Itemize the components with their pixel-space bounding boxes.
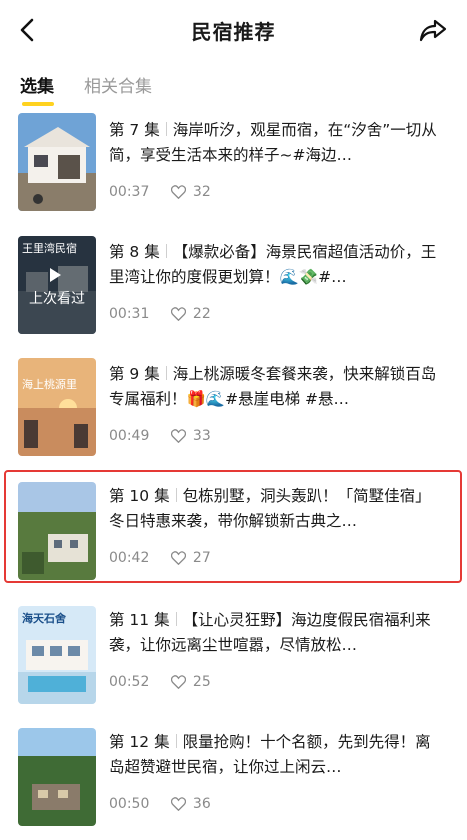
- episode-item-9[interactable]: 海上桃源里 第 9 集海上桃源暖冬套餐来袭，快来解锁百岛专属福利！🎁🌊#悬崖电梯…: [0, 352, 467, 472]
- duration-label: 00:37: [109, 184, 150, 200]
- likes-count: 22: [192, 306, 211, 322]
- heart-icon: [171, 185, 187, 199]
- likes-count: 32: [192, 184, 211, 200]
- play-icon: [50, 268, 61, 282]
- heart-icon: [171, 797, 187, 811]
- episode-meta: 00:52 25: [109, 674, 211, 690]
- thumbnail-title: 王里湾民宿: [22, 242, 77, 255]
- last-watched-label: 上次看过: [29, 291, 85, 307]
- likes-count: 33: [192, 428, 211, 444]
- top-bar: 民宿推荐: [0, 0, 467, 60]
- episode-item-11[interactable]: 海天石舍 第 11 集【让心灵狂野】海边度假民宿福利来袭，让你远离尘世喧嚣，尽情…: [0, 598, 467, 718]
- tab-episodes[interactable]: 选集: [20, 72, 54, 97]
- duration-label: 00:52: [109, 674, 150, 690]
- episode-thumbnail: [18, 113, 96, 211]
- episode-meta: 00:49 33: [109, 428, 211, 444]
- duration-label: 00:31: [109, 306, 150, 322]
- episode-item-7[interactable]: 第 7 集海岸听汐，观星而宿，在“汐舍”一切从简，享受生活本来的样子~#海边… …: [0, 108, 467, 228]
- duration-label: 00:49: [109, 428, 150, 444]
- episode-description: 第 12 集限量抢购！十个名额，先到先得！离岛超赞避世民宿，让你过上闲云…: [109, 733, 431, 776]
- thumbnail-title: 海天石舍: [22, 612, 66, 625]
- episode-description: 第 9 集海上桃源暖冬套餐来袭，快来解锁百岛专属福利！🎁🌊#悬崖电梯 #悬…: [109, 365, 437, 408]
- episode-description: 第 11 集【让心灵狂野】海边度假民宿福利来袭，让你远离尘世喧嚣，尽情放松…: [109, 611, 431, 654]
- active-tab-indicator: [22, 102, 54, 106]
- share-icon[interactable]: [417, 14, 449, 46]
- duration-label: 00:50: [109, 796, 150, 812]
- episode-meta: 00:37 32: [109, 184, 211, 200]
- episode-thumbnail: 海天石舍: [18, 606, 96, 704]
- highlight-box: [4, 470, 462, 583]
- episode-item-8[interactable]: 王里湾民宿 上次看过 第 8 集【爆款必备】海景民宿超值活动价，王里湾让你的度假…: [0, 230, 467, 350]
- page-title: 民宿推荐: [191, 20, 276, 44]
- thumbnail-title: 海上桃源里: [22, 378, 77, 391]
- heart-icon: [171, 307, 187, 321]
- episode-description: 第 7 集海岸听汐，观星而宿，在“汐舍”一切从简，享受生活本来的样子~#海边…: [109, 121, 437, 164]
- episode-meta: 00:31 22: [109, 306, 211, 322]
- tab-bar: 选集 相关合集: [0, 62, 467, 108]
- episode-thumbnail: 海上桃源里: [18, 358, 96, 456]
- tab-related-collections[interactable]: 相关合集: [84, 72, 152, 97]
- episode-description: 第 8 集【爆款必备】海景民宿超值活动价，王里湾让你的度假更划算！🌊💸#…: [109, 243, 437, 286]
- episode-item-12[interactable]: 第 12 集限量抢购！十个名额，先到先得！离岛超赞避世民宿，让你过上闲云… 00…: [0, 720, 467, 840]
- likes-count: 25: [192, 674, 211, 690]
- likes-count: 36: [192, 796, 211, 812]
- heart-icon: [171, 429, 187, 443]
- heart-icon: [171, 675, 187, 689]
- episode-thumbnail: [18, 728, 96, 826]
- episode-thumbnail: 王里湾民宿 上次看过: [18, 236, 96, 334]
- episode-meta: 00:50 36: [109, 796, 211, 812]
